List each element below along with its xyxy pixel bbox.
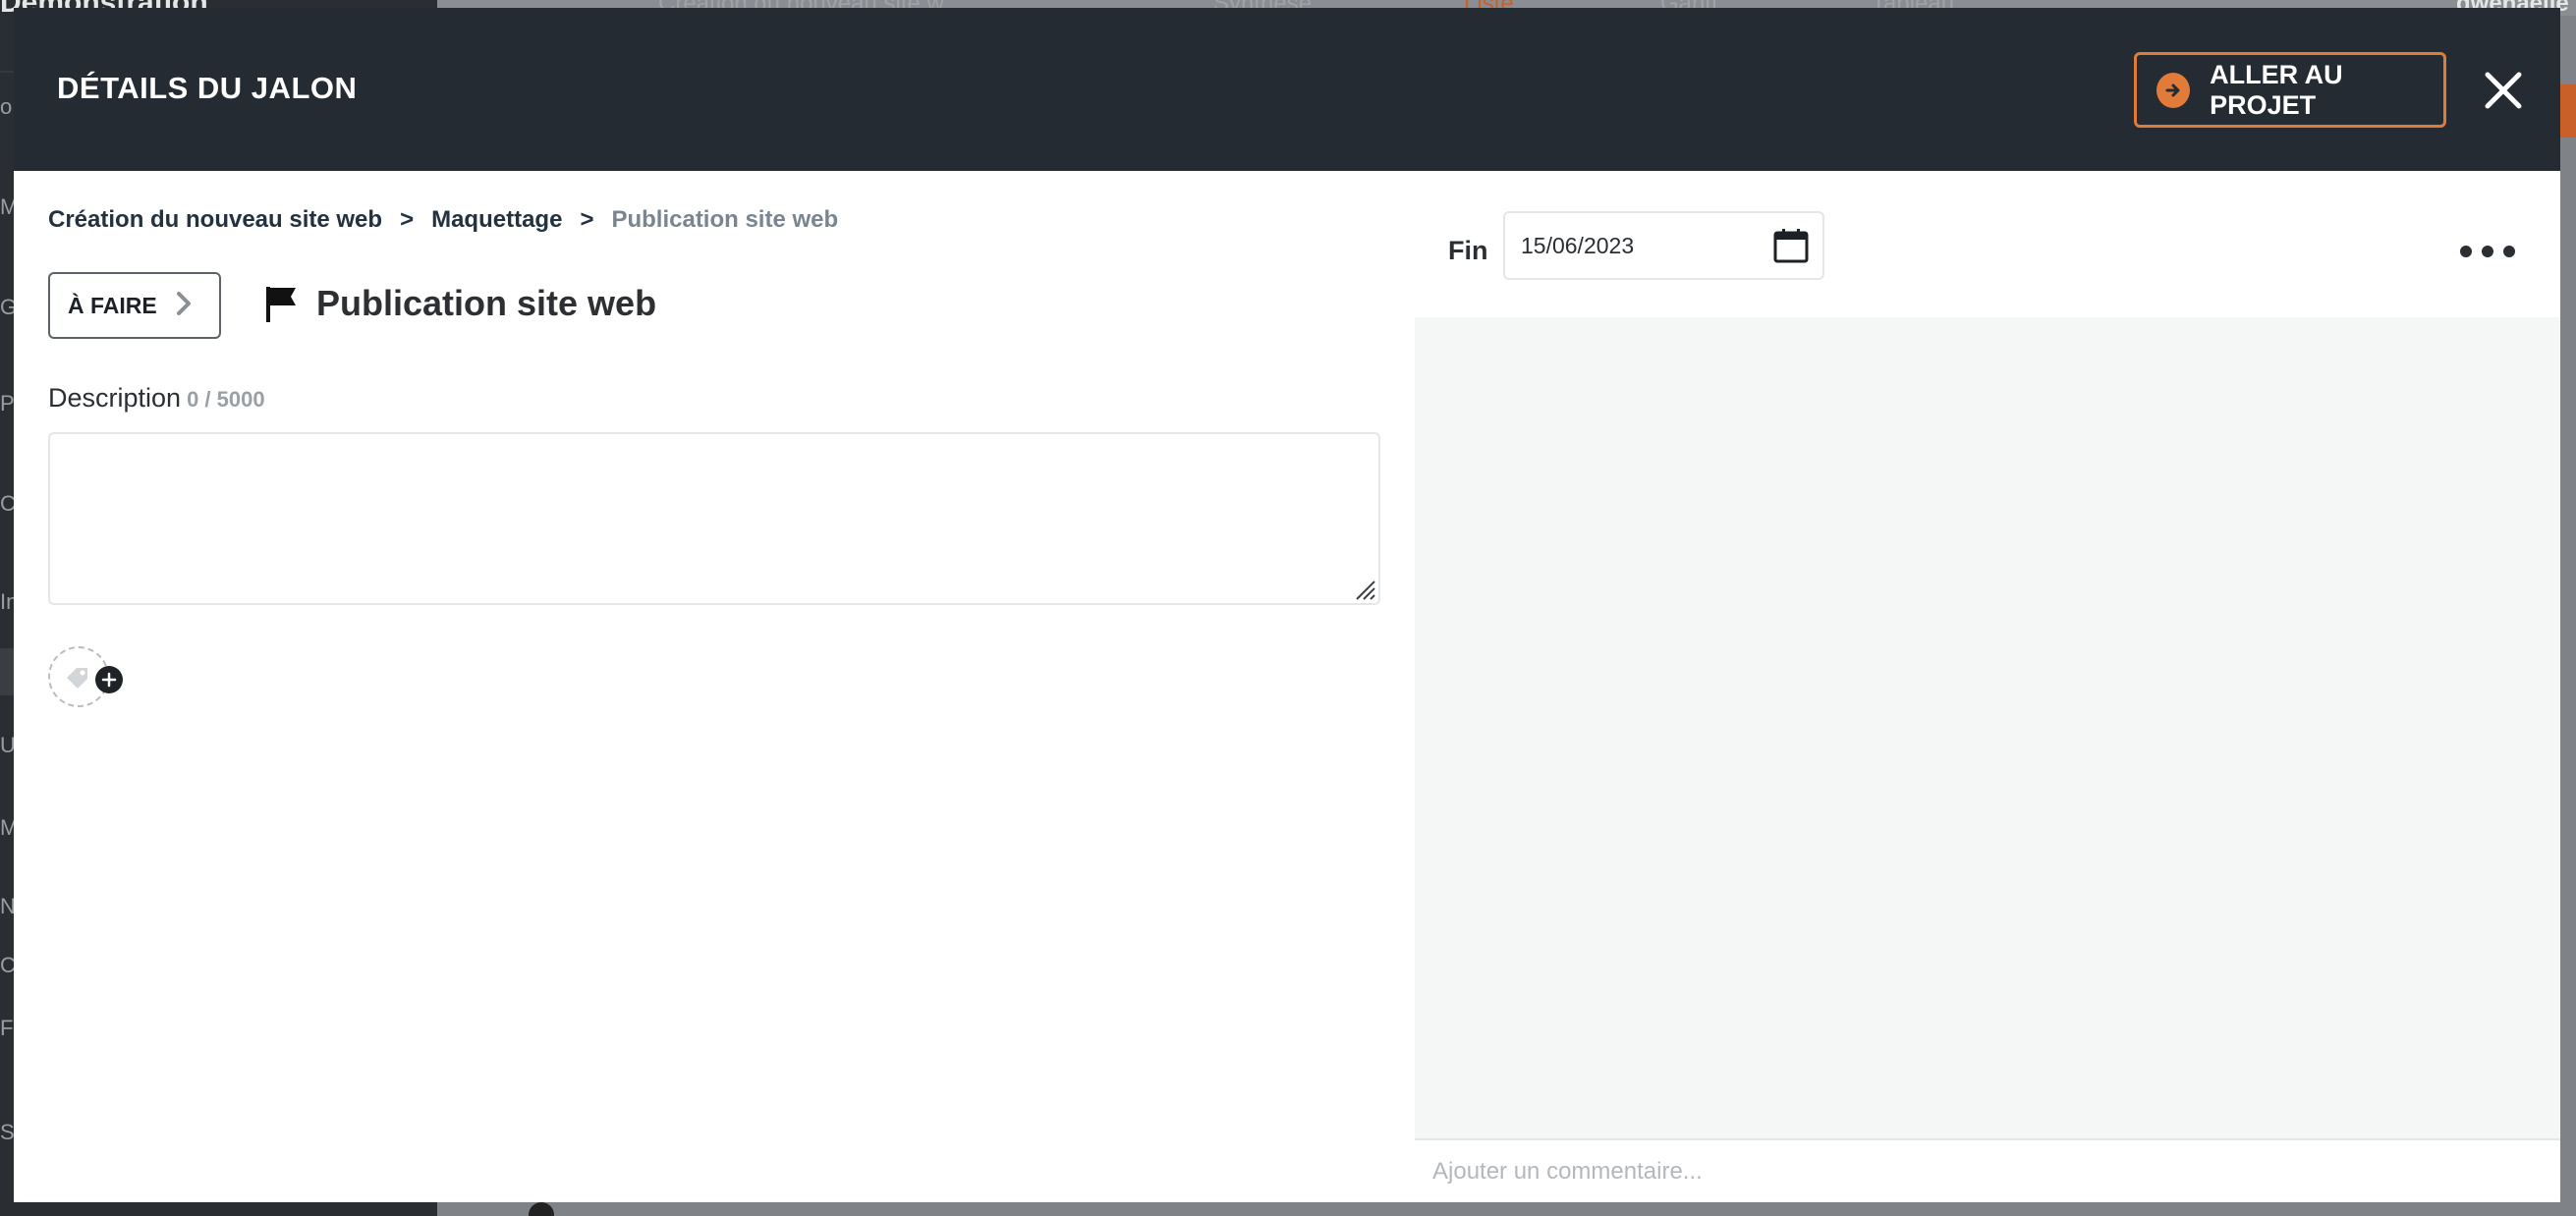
description-label: Description 0 / 5000 xyxy=(48,383,265,414)
modal-header: DÉTAILS DU JALON ALLER AU PROJET xyxy=(14,8,2560,171)
resize-handle-icon[interactable] xyxy=(1353,578,1376,601)
breadcrumb-phase[interactable]: Maquettage xyxy=(431,206,562,233)
background-nav-letter: F xyxy=(0,1016,14,1040)
breadcrumb-separator: > xyxy=(400,206,415,233)
modal-title: DÉTAILS DU JALON xyxy=(57,71,358,105)
chevron-right-icon xyxy=(175,291,193,321)
milestone-details-modal: DÉTAILS DU JALON ALLER AU PROJET Créatio… xyxy=(14,8,2560,1202)
go-to-project-button[interactable]: ALLER AU PROJET xyxy=(2134,52,2446,128)
milestone-title[interactable]: Publication site web xyxy=(316,283,656,324)
tag-icon xyxy=(64,664,91,696)
description-char-count: 0 / 5000 xyxy=(187,387,265,412)
description-textarea[interactable] xyxy=(50,434,1378,603)
plus-icon xyxy=(95,666,123,693)
description-field[interactable] xyxy=(48,432,1380,605)
end-date-value: 15/06/2023 xyxy=(1521,232,1635,258)
breadcrumb-project[interactable]: Création du nouveau site web xyxy=(48,206,382,233)
breadcrumb-separator: > xyxy=(580,206,594,233)
description-label-text: Description xyxy=(48,383,182,413)
add-tag-button[interactable] xyxy=(48,646,123,707)
comment-input-bar[interactable] xyxy=(1415,1138,2560,1202)
close-icon[interactable] xyxy=(2478,65,2529,116)
status-label: À FAIRE xyxy=(68,292,157,318)
end-date-label: Fin xyxy=(1448,236,1488,265)
breadcrumb-current: Publication site web xyxy=(611,206,839,233)
breadcrumb: Création du nouveau site web > Maquettage >… xyxy=(48,206,838,234)
background-nav-letter: o xyxy=(0,94,13,119)
comment-input[interactable] xyxy=(1432,1157,2560,1186)
calendar-icon[interactable] xyxy=(1772,227,1810,264)
end-date-field[interactable]: 15/06/2023 xyxy=(1503,211,1824,280)
go-to-project-label: ALLER AU PROJET xyxy=(2210,59,2343,120)
arrow-right-circle-icon xyxy=(2156,72,2191,108)
flag-icon xyxy=(263,285,299,324)
more-options-icon[interactable] xyxy=(2460,232,2515,271)
status-button[interactable]: À FAIRE xyxy=(48,272,221,339)
comments-panel xyxy=(1415,317,2560,1138)
